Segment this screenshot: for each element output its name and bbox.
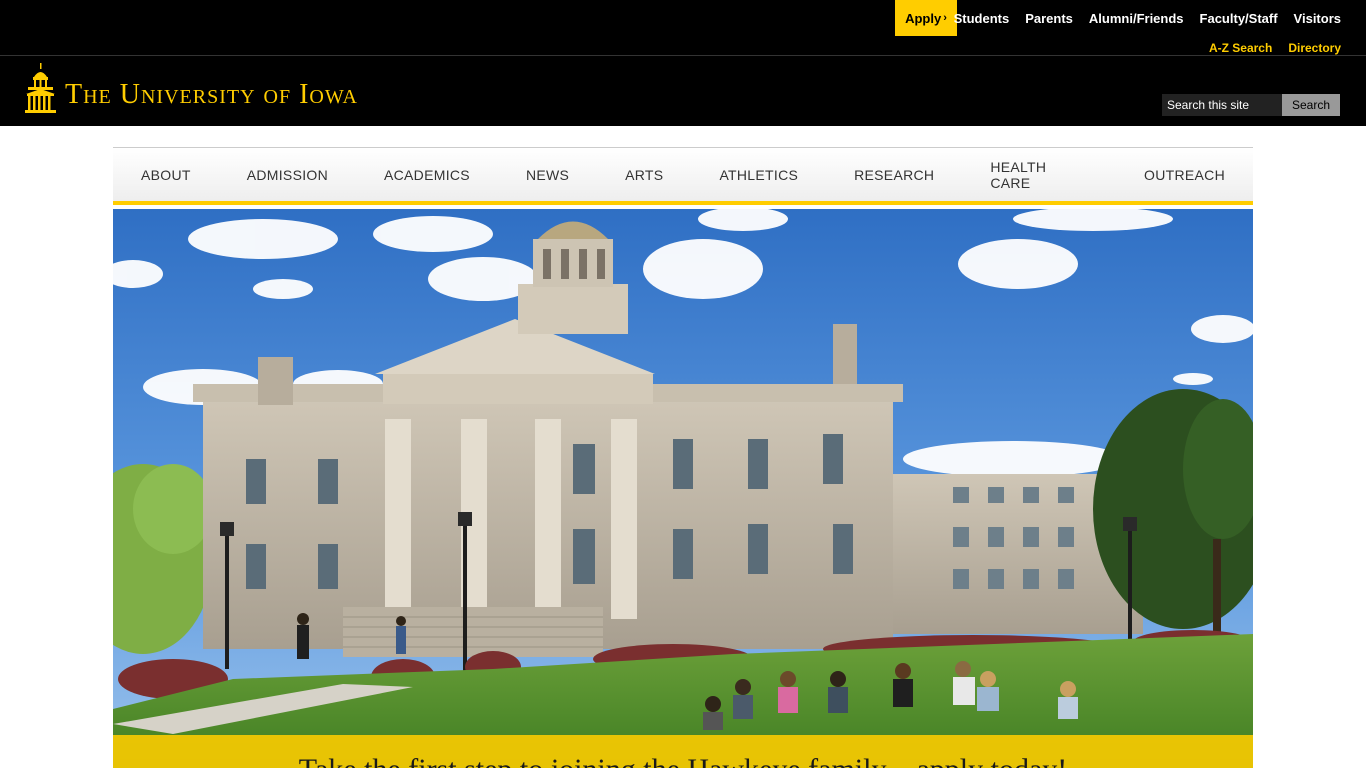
search-input[interactable] <box>1162 94 1282 116</box>
site-search: Search <box>1162 94 1340 116</box>
search-button[interactable]: Search <box>1282 94 1340 116</box>
az-search-link[interactable]: A-Z Search <box>1209 41 1272 55</box>
utility-bar: Apply › Students Parents Alumni/Friends F… <box>0 0 1366 56</box>
masthead: The University of Iowa Search <box>0 56 1366 126</box>
audience-link-visitors[interactable]: Visitors <box>1294 11 1341 26</box>
old-capitol-dome-icon <box>25 63 56 113</box>
quick-links: A-Z Search Directory <box>1193 41 1341 55</box>
nav-item-admission[interactable]: Admission <box>247 167 328 183</box>
directory-link[interactable]: Directory <box>1288 41 1341 55</box>
university-wordmark: The University of Iowa <box>65 79 358 110</box>
main-nav: About Admission Academics News Arts Athl… <box>113 147 1253 205</box>
nav-item-about[interactable]: About <box>141 167 191 183</box>
hero: Take the first step to joining the Hawke… <box>113 209 1253 768</box>
nav-item-outreach[interactable]: Outreach <box>1144 167 1225 183</box>
audience-link-faculty-staff[interactable]: Faculty/Staff <box>1200 11 1278 26</box>
hero-image <box>113 209 1253 768</box>
university-logo[interactable]: The University of Iowa <box>24 63 358 115</box>
audience-link-students[interactable]: Students <box>954 11 1010 26</box>
apply-banner[interactable]: Take the first step to joining the Hawke… <box>113 735 1253 768</box>
audience-link-parents[interactable]: Parents <box>1025 11 1073 26</box>
apply-label: Apply <box>905 10 942 26</box>
nav-item-news[interactable]: News <box>526 167 569 183</box>
audience-nav: Students Parents Alumni/Friends Faculty/… <box>938 0 1341 36</box>
nav-item-arts[interactable]: Arts <box>625 167 663 183</box>
audience-link-alumni-friends[interactable]: Alumni/Friends <box>1089 11 1184 26</box>
nav-item-health-care[interactable]: Health Care <box>990 159 1088 191</box>
banner-text: Take the first step to joining the Hawke… <box>113 735 1253 768</box>
nav-item-athletics[interactable]: Athletics <box>719 167 798 183</box>
nav-item-research[interactable]: Research <box>854 167 934 183</box>
nav-item-academics[interactable]: Academics <box>384 167 470 183</box>
